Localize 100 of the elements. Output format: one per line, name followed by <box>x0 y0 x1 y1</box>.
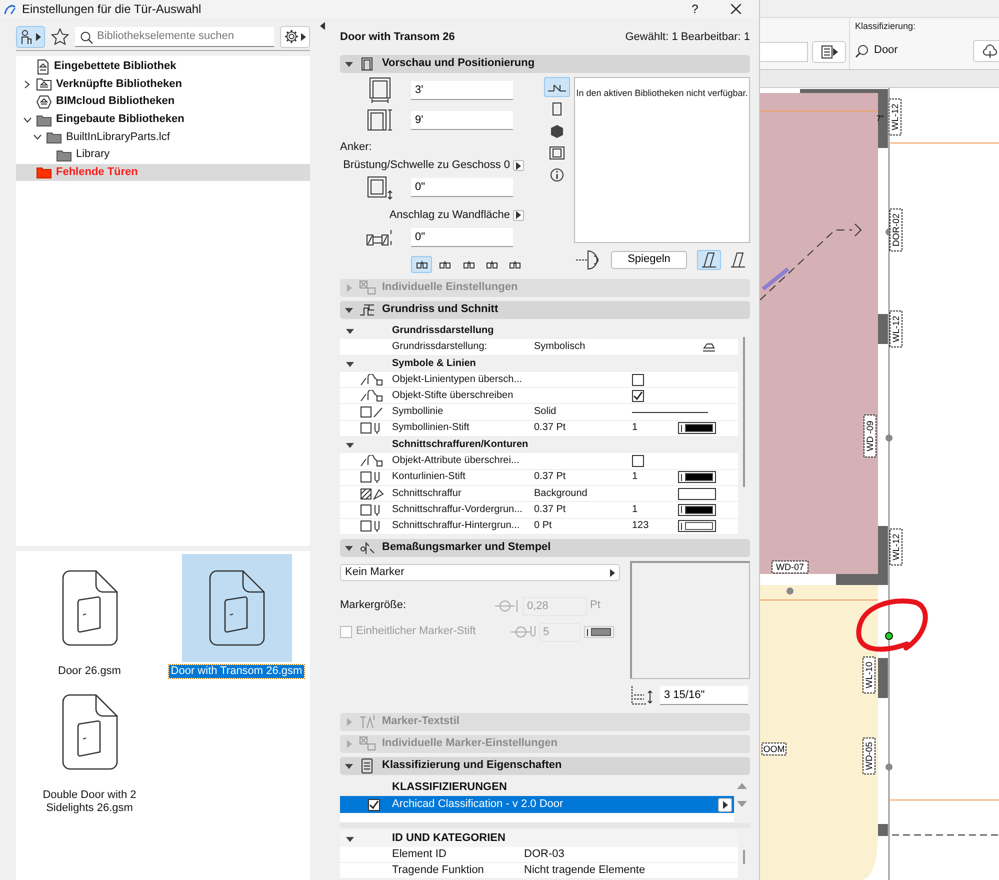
scrollbar[interactable] <box>743 850 745 864</box>
view-button[interactable] <box>544 77 570 97</box>
document-button[interactable] <box>812 40 846 62</box>
anchor-label: Anker: <box>340 140 373 155</box>
scrollbar[interactable] <box>743 337 745 487</box>
section-header[interactable]: Klassifizierung und Eigenschaften <box>340 757 750 775</box>
anchor-button[interactable] <box>411 256 432 273</box>
input-field[interactable]: 3' <box>411 80 513 100</box>
opening-side-button[interactable] <box>697 250 721 270</box>
document-icon <box>820 44 832 58</box>
section-header[interactable]: Vorschau und Positionierung <box>340 55 750 73</box>
tree-item[interactable]: Eingebaute Bibliotheken <box>16 110 310 128</box>
frame-icon <box>547 145 567 161</box>
property-value: 0.37 Pt <box>534 422 567 434</box>
file-name[interactable]: Door with Transom 26.gsm <box>168 665 304 678</box>
star-icon[interactable] <box>51 28 69 46</box>
chevron-down-icon[interactable] <box>32 134 42 140</box>
menu-arrow-button[interactable] <box>513 160 524 171</box>
tag-label: WL-12 <box>890 528 902 566</box>
caret-icon <box>301 32 306 40</box>
collapse-arrow-icon[interactable] <box>320 22 325 30</box>
anchor-icon <box>416 260 428 270</box>
wall-segment <box>878 824 888 836</box>
triangle-down-icon[interactable] <box>345 544 353 552</box>
tag-label: WL-12 <box>888 98 902 136</box>
door-width-icon <box>366 77 392 104</box>
tree-item[interactable]: BIMcloud Bibliotheken <box>16 93 310 111</box>
classification-row[interactable]: Archicad Classification - v 2.0 Door <box>340 796 734 813</box>
settings-button[interactable] <box>280 26 310 48</box>
anchor-icon <box>439 260 452 270</box>
property-name: Objekt-Attribute überschrei... <box>392 455 520 468</box>
grid-settings-icon <box>359 736 376 752</box>
pen-number: 1 <box>632 422 639 434</box>
person-icon <box>20 28 34 44</box>
line-icon <box>360 406 384 418</box>
checkbox[interactable] <box>632 374 644 386</box>
chevron-down-icon[interactable] <box>22 116 32 123</box>
curved-arrow-icon <box>360 390 384 402</box>
caret-icon <box>722 800 728 808</box>
size-label: Markergröße: <box>340 599 408 613</box>
property-value: Solid <box>534 406 558 418</box>
pen-swatch[interactable] <box>678 422 716 434</box>
search-field[interactable]: Bibliothekselemente suchen <box>75 26 274 46</box>
door-swing-line <box>762 267 790 291</box>
pen-swatch[interactable] <box>678 471 716 484</box>
checkbox[interactable] <box>340 626 352 638</box>
triangle-down-icon[interactable] <box>346 327 354 336</box>
input-field[interactable]: 0" <box>411 228 513 248</box>
file-name[interactable]: Door 26.gsm <box>56 665 123 678</box>
property-value: Background <box>534 488 588 500</box>
tree-item[interactable]: Library <box>16 146 310 164</box>
classification-label: Klassifizierung: <box>855 21 917 32</box>
pen-label: Einheitlicher Marker-Stift <box>356 625 477 639</box>
checkbox[interactable] <box>368 798 380 810</box>
menu-arrow-button[interactable] <box>513 210 524 221</box>
pen-swatch[interactable] <box>678 504 716 516</box>
search-icon <box>80 30 93 44</box>
fill-swatch[interactable] <box>678 488 716 500</box>
classification-value: Door <box>874 44 898 58</box>
tree-item[interactable]: Eingebettete Bibliothek <box>16 58 310 76</box>
help-button[interactable]: ? <box>683 2 707 16</box>
triangle-down-icon[interactable] <box>346 834 354 842</box>
triangle-down-icon[interactable] <box>345 762 353 770</box>
triangle-down-icon[interactable] <box>346 441 354 450</box>
checkbox[interactable] <box>632 390 644 402</box>
symbol-icon[interactable] <box>702 342 716 352</box>
anchor-icon <box>462 260 475 270</box>
mirror-button[interactable]: Spiegeln <box>611 251 687 269</box>
input-field[interactable]: 3 15/16" <box>660 686 748 704</box>
triangle-down-icon[interactable] <box>345 60 353 68</box>
window-title: Einstellungen für die Tür-Auswahl <box>22 2 202 16</box>
input-field[interactable] <box>760 42 808 62</box>
folder-icon <box>36 112 52 127</box>
menu-arrow-button[interactable] <box>718 798 732 812</box>
pen-swatch[interactable] <box>678 520 716 532</box>
folder-icon <box>36 165 52 180</box>
property-value: 0.37 Pt <box>534 471 567 484</box>
tag-label: DOR-02 <box>890 208 902 252</box>
chevron-right-icon[interactable] <box>24 80 30 89</box>
close-icon[interactable] <box>731 4 741 14</box>
tree-button[interactable] <box>973 40 999 62</box>
tree-item[interactable]: Verknüpfte Bibliotheken <box>16 76 310 94</box>
section-header[interactable]: Grundriss und Schnitt <box>340 301 750 319</box>
section-header[interactable]: Bemaßungsmarker und Stempel <box>340 539 750 557</box>
object-type-button[interactable] <box>16 26 45 48</box>
cloud-library-icon <box>36 94 52 109</box>
caret-icon <box>36 32 41 40</box>
marker-size-icon <box>494 599 520 613</box>
input-field[interactable]: 9' <box>411 110 513 130</box>
file-thumbnail[interactable] <box>182 554 292 662</box>
door-file-icon <box>62 694 118 770</box>
property-value: 0 Pt <box>534 520 553 532</box>
checkbox[interactable] <box>632 455 644 468</box>
selected-point-icon[interactable] <box>885 632 893 640</box>
input-field[interactable]: 0" <box>411 178 513 198</box>
triangle-down-icon[interactable] <box>346 360 354 368</box>
marker-dropdown[interactable]: Kein Marker <box>340 564 620 581</box>
triangle-down-icon[interactable] <box>345 306 353 314</box>
file-name[interactable]: Double Door with 2 Sidelights 26.gsm <box>20 789 160 816</box>
tree-item[interactable]: BuiltInLibraryParts.lcf <box>16 128 310 146</box>
